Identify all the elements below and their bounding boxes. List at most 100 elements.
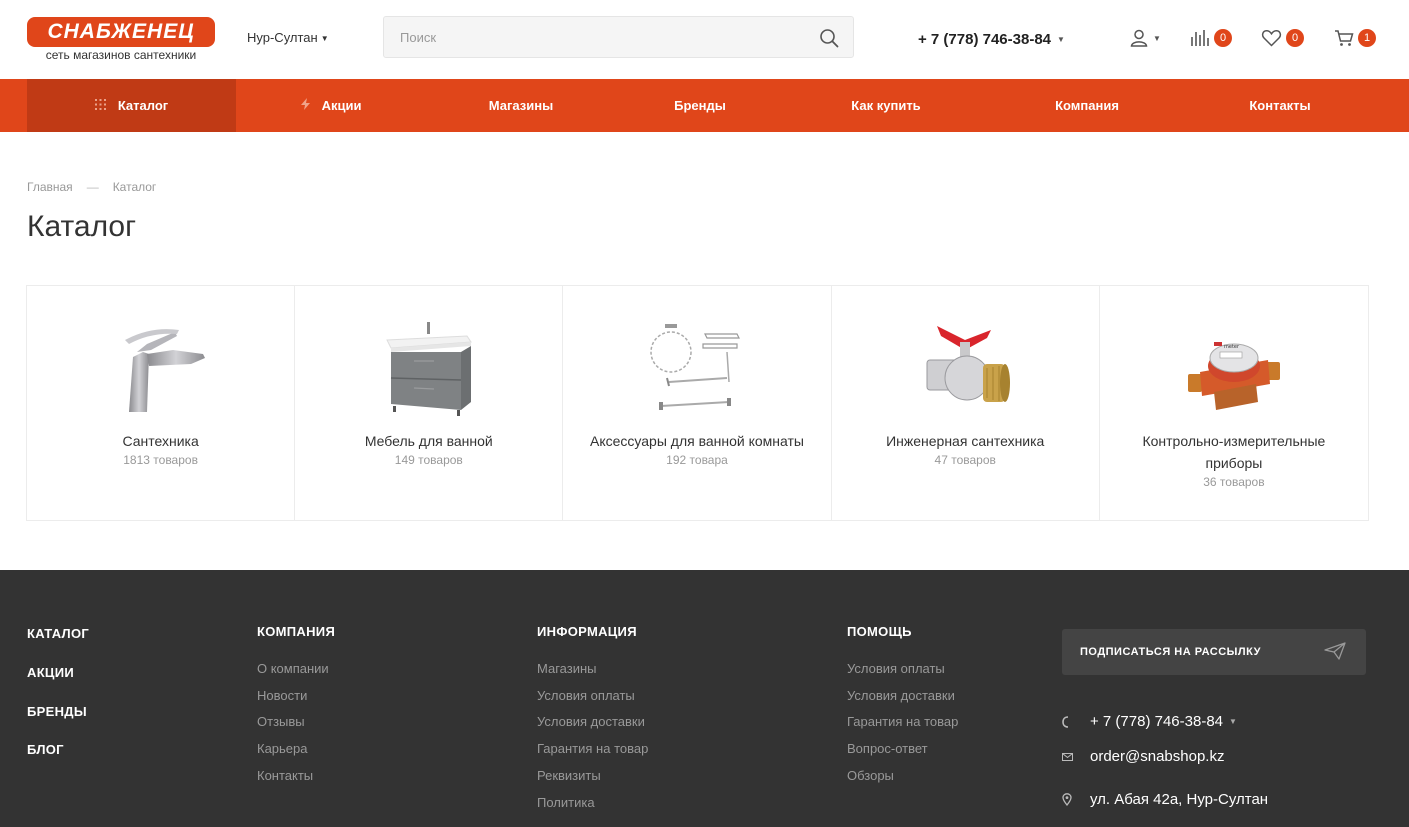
nav-item-brands[interactable]: Бренды	[605, 79, 795, 132]
logo-tagline: сеть магазинов сантехники	[45, 48, 197, 62]
footer-link[interactable]: Обзоры	[847, 763, 958, 790]
favorites-button[interactable]: 0	[1261, 27, 1304, 49]
footer-email[interactable]: order@snabshop.kz	[1062, 748, 1224, 765]
nav-item-stores[interactable]: Магазины	[426, 79, 616, 132]
breadcrumb: Главная — Каталог	[27, 180, 156, 194]
nav-item-how-to-buy[interactable]: Как купить	[791, 79, 981, 132]
category-card[interactable]: meter Контрольно-измерительные приборы 3…	[1100, 286, 1368, 520]
chevron-down-icon: ▼	[320, 34, 329, 43]
category-count: 1813 товаров	[123, 453, 198, 467]
site-footer: КАТАЛОГ АКЦИИ БРЕНДЫ БЛОГ КОМПАНИЯ О ком…	[0, 570, 1409, 827]
footer-link[interactable]: Магазины	[537, 656, 648, 683]
cart-icon	[1335, 30, 1354, 46]
footer-link-brands[interactable]: БРЕНДЫ	[27, 704, 87, 719]
footer-link[interactable]: Политика	[537, 790, 648, 817]
category-title[interactable]: Мебель для ванной	[365, 433, 493, 449]
footer-info-column: ИНФОРМАЦИЯ Магазины Условия оплаты Услов…	[537, 624, 648, 816]
footer-link[interactable]: О компании	[257, 656, 335, 683]
footer-link-catalog[interactable]: КАТАЛОГ	[27, 626, 89, 641]
footer-column-title: ИНФОРМАЦИЯ	[537, 624, 637, 639]
user-icon	[1130, 29, 1148, 47]
category-title[interactable]: Аксессуары для ванной комнаты	[590, 433, 804, 449]
chevron-down-icon: ▼	[1057, 35, 1065, 44]
category-name: Контрольно-измерительные приборы 36 това…	[1120, 430, 1348, 490]
subscribe-button[interactable]: ПОДПИСАТЬСЯ НА РАССЫЛКУ	[1062, 629, 1366, 675]
footer-link-blog[interactable]: БЛОГ	[27, 742, 64, 757]
city-selector[interactable]: Нур-Султан ▼	[247, 30, 329, 45]
nav-item-contacts[interactable]: Контакты	[1185, 79, 1375, 132]
favorites-count-badge: 0	[1286, 29, 1304, 47]
send-icon	[1324, 642, 1346, 660]
site-logo[interactable]: СНАБЖЕНЕЦ сеть магазинов сантехники	[27, 17, 217, 63]
nav-item-company[interactable]: Компания	[992, 79, 1182, 132]
category-card[interactable]: Сантехника 1813 товаров	[27, 286, 296, 520]
footer-link[interactable]: Условия доставки	[537, 709, 648, 736]
footer-link[interactable]: Отзывы	[257, 709, 335, 736]
category-card[interactable]: Аксессуары для ванной комнаты 192 товара	[563, 286, 832, 520]
footer-column-title: КОМПАНИЯ	[257, 624, 336, 639]
footer-link[interactable]: Условия оплаты	[847, 656, 958, 683]
header-phone-number: + 7 (778) 746-38-84	[918, 31, 1052, 48]
footer-link[interactable]: Реквизиты	[537, 763, 648, 790]
footer-phone-number: + 7 (778) 746-38-84	[1090, 713, 1224, 730]
breadcrumb-home[interactable]: Главная	[27, 180, 73, 194]
logo-badge: СНАБЖЕНЕЦ	[27, 17, 215, 47]
nav-label: Бренды	[674, 98, 726, 113]
category-name: Аксессуары для ванной комнаты 192 товара	[583, 430, 810, 468]
footer-column-title: ПОМОЩЬ	[847, 624, 912, 639]
nav-item-promotions[interactable]: Акции	[236, 79, 426, 132]
search-box	[383, 16, 854, 58]
footer-company-column: КОМПАНИЯ О компании Новости Отзывы Карье…	[257, 624, 335, 790]
category-title[interactable]: Сантехника	[122, 433, 198, 449]
category-card[interactable]: Инженерная сантехника 47 товаров	[832, 286, 1100, 520]
mail-icon	[1062, 752, 1090, 761]
nav-label: Акции	[321, 98, 362, 113]
compare-button[interactable]: 0	[1190, 27, 1232, 49]
footer-link[interactable]: Условия оплаты	[537, 683, 648, 710]
nav-label: Компания	[1055, 98, 1119, 113]
footer-link[interactable]: Карьера	[257, 736, 335, 763]
footer-link[interactable]: Гарантия на товар	[537, 736, 648, 763]
category-title[interactable]: Инженерная сантехника	[886, 433, 1044, 449]
chevron-down-icon: ▼	[1153, 33, 1161, 43]
cart-count-badge: 1	[1358, 29, 1376, 47]
svg-text:meter: meter	[1224, 344, 1240, 350]
phone-icon	[1062, 715, 1090, 728]
category-title[interactable]: Контрольно-измерительные приборы	[1142, 433, 1325, 471]
footer-link[interactable]: Контакты	[257, 763, 335, 790]
search-input[interactable]	[384, 17, 804, 57]
search-icon[interactable]	[819, 28, 839, 48]
nav-item-catalog[interactable]: Каталог	[27, 79, 236, 132]
footer-link[interactable]: Новости	[257, 683, 335, 710]
logo-text: СНАБЖЕНЕЦ	[47, 20, 195, 43]
faucet-image	[124, 329, 205, 412]
nav-label: Магазины	[488, 98, 554, 113]
footer-link[interactable]: Вопрос-ответ	[847, 736, 958, 763]
footer-address: ул. Абая 42а, Нур-Султан	[1062, 791, 1268, 808]
water-meter-image: meter	[1187, 342, 1280, 410]
lightning-icon	[300, 98, 310, 113]
site-header: СНАБЖЕНЕЦ сеть магазинов сантехники Нур-…	[0, 0, 1409, 79]
footer-help-column: ПОМОЩЬ Условия оплаты Условия доставки Г…	[847, 624, 958, 790]
breadcrumb-current: Каталог	[112, 180, 157, 194]
category-name: Мебель для ванной 149 товаров	[315, 430, 542, 468]
category-card[interactable]: Мебель для ванной 149 товаров	[295, 286, 564, 520]
footer-phone[interactable]: + 7 (778) 746-38-84 ▼	[1062, 713, 1237, 730]
footer-address-text: ул. Абая 42а, Нур-Султан	[1090, 791, 1269, 808]
nav-label: Контакты	[1249, 98, 1311, 113]
footer-link-promotions[interactable]: АКЦИИ	[27, 665, 74, 680]
page-title: Каталог	[27, 210, 137, 243]
account-button[interactable]: ▼	[1129, 27, 1161, 49]
footer-link[interactable]: Условия доставки	[847, 683, 958, 710]
header-phone[interactable]: + 7 (778) 746-38-84 ▼	[918, 31, 1065, 48]
category-count: 36 товаров	[1203, 475, 1265, 489]
ball-valve-image	[926, 326, 1011, 402]
footer-email-address: order@snabshop.kz	[1090, 748, 1225, 765]
city-label: Нур-Султан	[247, 30, 318, 45]
category-count: 192 товара	[666, 453, 728, 467]
breadcrumb-separator: —	[86, 180, 99, 194]
footer-link[interactable]: Гарантия на товар	[847, 709, 958, 736]
compare-icon	[1191, 30, 1209, 46]
cart-button[interactable]: 1	[1334, 27, 1376, 49]
category-name: Инженерная сантехника 47 товаров	[852, 430, 1079, 468]
